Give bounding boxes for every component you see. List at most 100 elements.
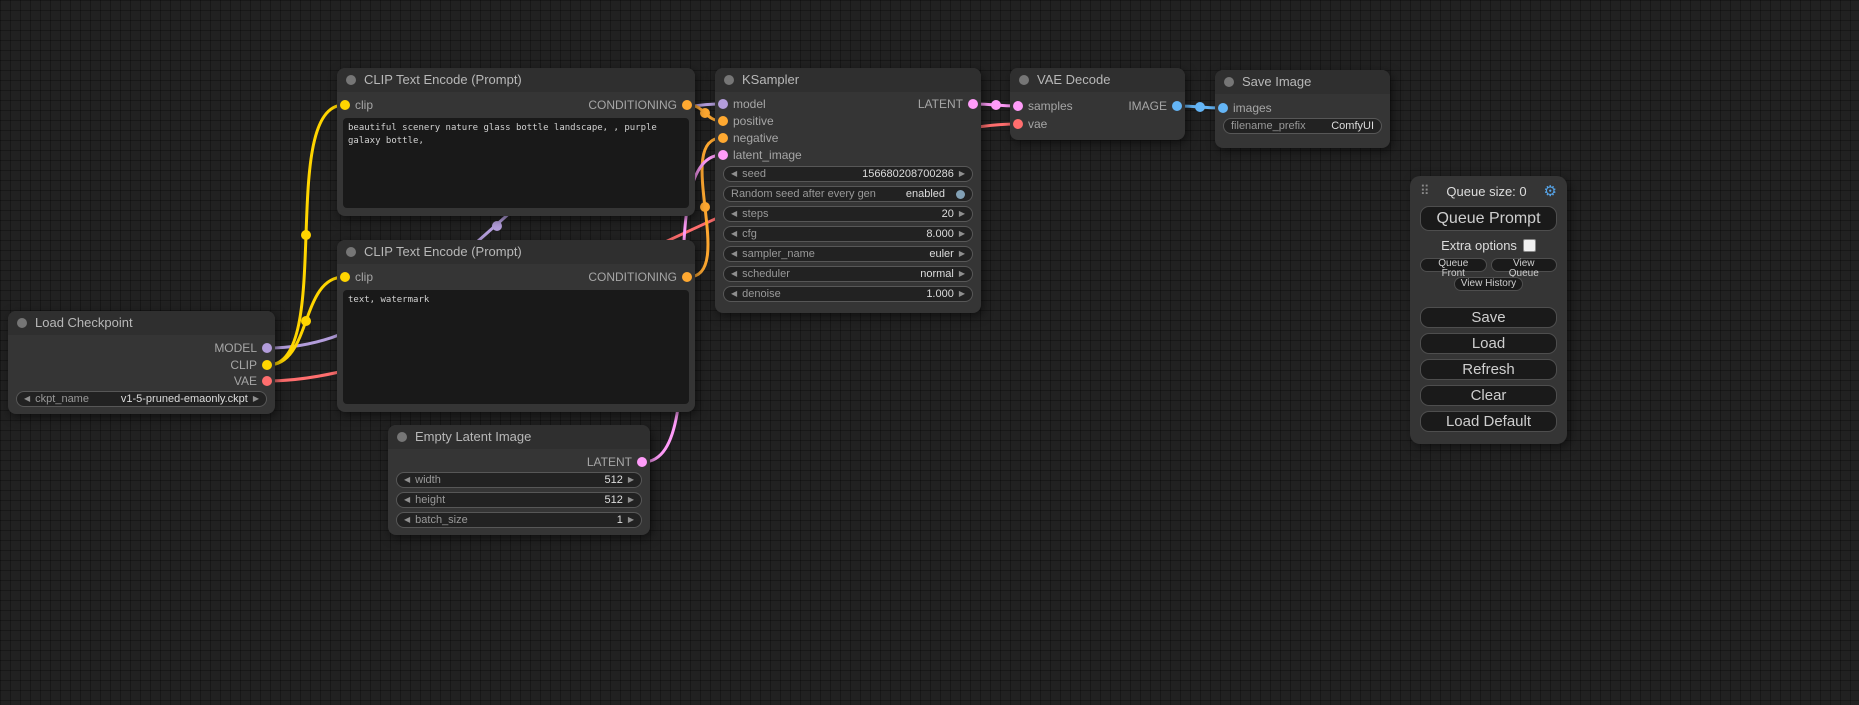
output-dot-conditioning[interactable] [682,100,692,110]
widget-name: cfg [742,228,757,240]
node-title-bar[interactable]: Empty Latent Image [388,425,650,449]
node-title-bar[interactable]: KSampler [715,68,981,92]
queue-front-button[interactable]: Queue Front [1420,258,1487,272]
extra-options-row: Extra options [1420,238,1557,253]
arrow-left-icon[interactable]: ◀ [731,286,737,302]
arrow-left-icon[interactable]: ◀ [731,266,737,282]
input-slot-negative: negative [715,130,981,146]
widget-value: 20 [942,208,954,220]
widget-width[interactable]: ◀ width 512 ▶ [396,472,642,488]
arrow-right-icon[interactable]: ▶ [959,226,965,242]
node-title-bar[interactable]: Save Image [1215,70,1390,94]
widget-filename-prefix[interactable]: filename_prefix ComfyUI [1223,118,1382,134]
widget-name: sampler_name [742,248,815,260]
collapse-dot[interactable] [1224,77,1234,87]
load-default-button[interactable]: Load Default [1420,411,1557,432]
drag-handle-icon[interactable]: ⠿ [1420,183,1430,199]
widget-height[interactable]: ◀ height 512 ▶ [396,492,642,508]
arrow-left-icon[interactable]: ◀ [404,472,410,488]
node-title-bar[interactable]: CLIP Text Encode (Prompt) [337,240,695,264]
extra-options-label: Extra options [1441,238,1517,253]
widget-sampler-name[interactable]: ◀ sampler_name euler ▶ [723,246,973,262]
arrow-left-icon[interactable]: ◀ [731,206,737,222]
collapse-dot[interactable] [346,247,356,257]
collapse-dot[interactable] [397,432,407,442]
save-button[interactable]: Save [1420,307,1557,328]
widget-name: width [415,474,441,486]
input-dot-vae[interactable] [1013,119,1023,129]
slot-label: negative [733,130,778,146]
refresh-button[interactable]: Refresh [1420,359,1557,380]
clear-button[interactable]: Clear [1420,385,1557,406]
widget-scheduler[interactable]: ◀ scheduler normal ▶ [723,266,973,282]
widget-cfg[interactable]: ◀ cfg 8.000 ▶ [723,226,973,242]
output-dot-latent[interactable] [637,457,647,467]
prompt-textarea[interactable]: beautiful scenery nature glass bottle la… [343,118,689,208]
collapse-dot[interactable] [17,318,27,328]
widget-random-seed[interactable]: Random seed after every gen enabled [723,186,973,202]
output-dot-model[interactable] [262,343,272,353]
arrow-right-icon[interactable]: ▶ [628,492,634,508]
arrow-right-icon[interactable]: ▶ [628,472,634,488]
output-dot-latent[interactable] [968,99,978,109]
node-save-image[interactable]: Save Image images filename_prefix ComfyU… [1215,70,1390,148]
widget-value: euler [929,248,953,260]
arrow-left-icon[interactable]: ◀ [731,226,737,242]
collapse-dot[interactable] [346,75,356,85]
input-dot-negative[interactable] [718,133,728,143]
load-button[interactable]: Load [1420,333,1557,354]
node-vae-decode[interactable]: VAE Decode samples IMAGE vae [1010,68,1185,140]
widget-steps[interactable]: ◀ steps 20 ▶ [723,206,973,222]
input-dot-latent-image[interactable] [718,150,728,160]
output-dot-conditioning[interactable] [682,272,692,282]
node-title-bar[interactable]: CLIP Text Encode (Prompt) [337,68,695,92]
arrow-right-icon[interactable]: ▶ [253,391,259,407]
view-queue-button[interactable]: View Queue [1491,258,1558,272]
extra-options-checkbox[interactable] [1523,239,1536,252]
arrow-right-icon[interactable]: ▶ [959,206,965,222]
node-title: Save Image [1242,74,1311,89]
arrow-left-icon[interactable]: ◀ [404,512,410,528]
collapse-dot[interactable] [1019,75,1029,85]
widget-name: denoise [742,288,781,300]
output-slot-latent: LATENT [715,96,981,112]
collapse-dot[interactable] [724,75,734,85]
arrow-right-icon[interactable]: ▶ [628,512,634,528]
input-slot-images: images [1215,100,1390,116]
view-history-button[interactable]: View History [1454,277,1523,291]
slot-label: CONDITIONING [588,97,677,113]
prompt-textarea[interactable]: text, watermark [343,290,689,404]
node-empty-latent-image[interactable]: Empty Latent Image LATENT ◀ width 512 ▶ … [388,425,650,535]
graph-canvas[interactable]: Load Checkpoint MODEL CLIP VAE ◀ ckpt_na… [0,0,1859,705]
input-dot-images[interactable] [1218,103,1228,113]
widget-batch-size[interactable]: ◀ batch_size 1 ▶ [396,512,642,528]
arrow-left-icon[interactable]: ◀ [24,391,30,407]
widget-denoise[interactable]: ◀ denoise 1.000 ▶ [723,286,973,302]
node-title-bar[interactable]: Load Checkpoint [8,311,275,335]
slot-label: latent_image [733,147,802,163]
toggle-dot[interactable] [956,190,965,199]
output-slot-conditioning: CONDITIONING [337,97,695,113]
node-ksampler[interactable]: KSampler model LATENT positive negative … [715,68,981,313]
output-slot-clip: CLIP [8,357,275,373]
arrow-left-icon[interactable]: ◀ [731,246,737,262]
output-dot-clip[interactable] [262,360,272,370]
output-dot-vae[interactable] [262,376,272,386]
widget-value: normal [920,268,954,280]
node-clip-text-encode-positive[interactable]: CLIP Text Encode (Prompt) clip CONDITION… [337,68,695,216]
arrow-left-icon[interactable]: ◀ [404,492,410,508]
node-title-bar[interactable]: VAE Decode [1010,68,1185,92]
arrow-right-icon[interactable]: ▶ [959,266,965,282]
gear-icon[interactable]: ⚙ [1544,182,1557,200]
arrow-left-icon[interactable]: ◀ [731,166,737,182]
arrow-right-icon[interactable]: ▶ [959,286,965,302]
node-clip-text-encode-negative[interactable]: CLIP Text Encode (Prompt) clip CONDITION… [337,240,695,412]
arrow-right-icon[interactable]: ▶ [959,166,965,182]
node-load-checkpoint[interactable]: Load Checkpoint MODEL CLIP VAE ◀ ckpt_na… [8,311,275,414]
widget-ckpt-name[interactable]: ◀ ckpt_name v1-5-pruned-emaonly.ckpt ▶ [16,391,267,407]
output-dot-image[interactable] [1172,101,1182,111]
arrow-right-icon[interactable]: ▶ [959,246,965,262]
queue-prompt-button[interactable]: Queue Prompt [1420,206,1557,231]
input-dot-positive[interactable] [718,116,728,126]
widget-seed[interactable]: ◀ seed 156680208700286 ▶ [723,166,973,182]
